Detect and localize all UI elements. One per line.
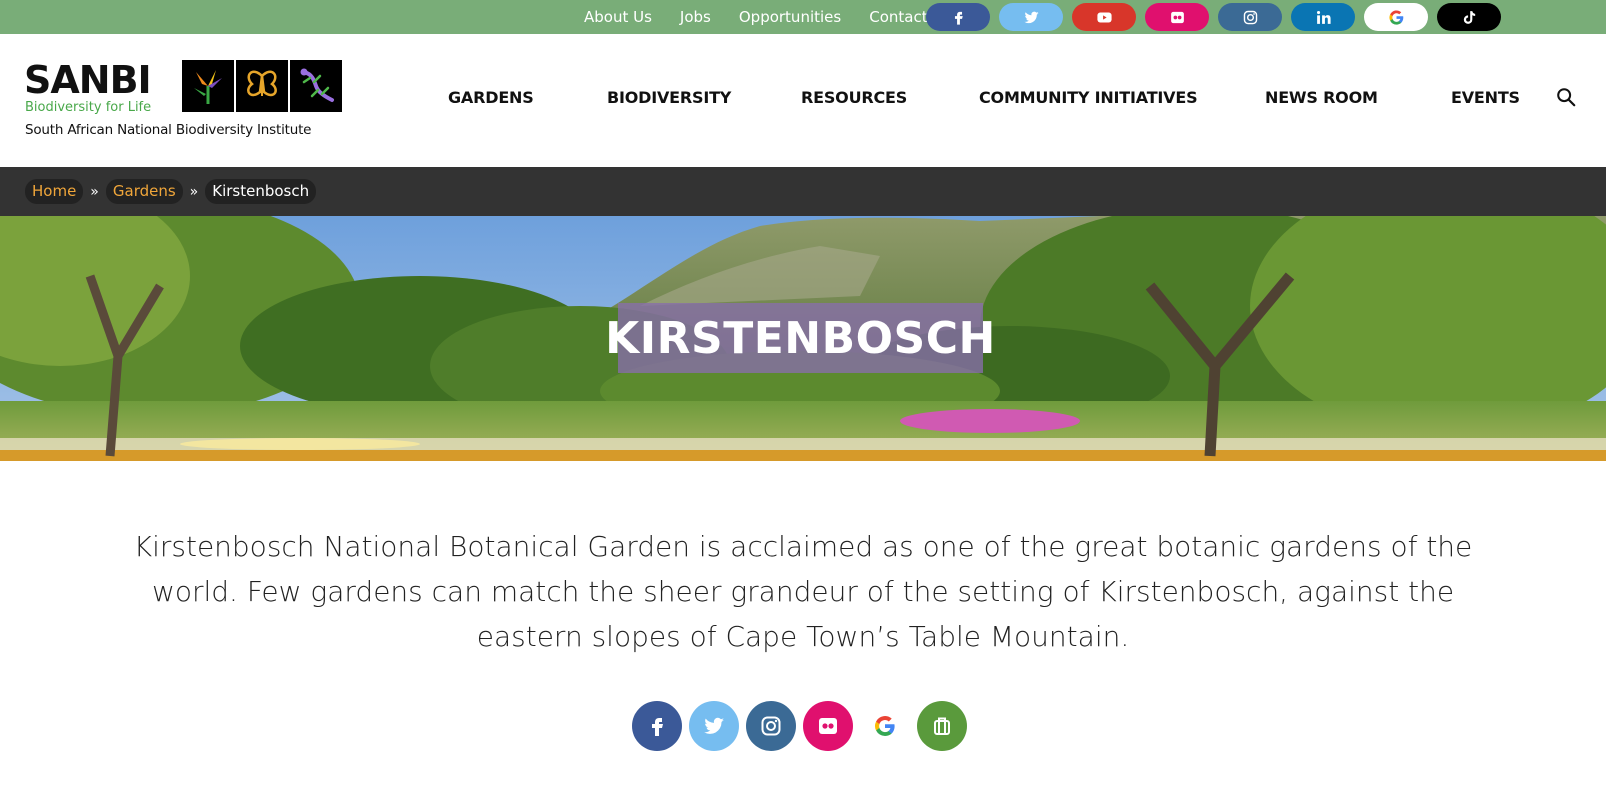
tripadvisor-follow-button[interactable] [917,701,967,751]
opportunities-link[interactable]: Opportunities [739,8,841,26]
breadcrumb-separator: » [189,183,199,200]
linkedin-button[interactable] [1291,3,1355,31]
breadcrumb-current: Kirstenbosch [205,179,317,204]
nav-community-initiatives[interactable]: COMMUNITY INITIATIVES [979,88,1198,107]
nav-biodiversity[interactable]: BIODIVERSITY [607,88,731,107]
flickr-icon [1170,11,1184,23]
tiktok-button[interactable] [1437,3,1501,31]
top-bar: About Us Jobs Opportunities Contact [0,0,1606,34]
main-nav: GARDENS BIODIVERSITY RESOURCES COMMUNITY… [0,34,1606,167]
breadcrumb-separator: » [90,183,99,200]
search-button[interactable] [1555,86,1577,108]
youtube-icon [1096,12,1112,22]
intro-paragraph: Kirstenbosch National Botanical Garden i… [133,530,1473,653]
breadcrumb-bar: Home » Gardens » Kirstenbosch [0,167,1606,216]
flickr-icon [819,718,837,734]
instagram-button[interactable] [1218,3,1282,31]
site-header: SANBI Biodiversity for Life South Africa… [0,34,1606,167]
hero-title-box: KIRSTENBOSCH [605,303,995,373]
breadcrumb-home[interactable]: Home [25,179,84,204]
twitter-follow-button[interactable] [689,701,739,751]
tiktok-icon [1463,10,1475,24]
about-us-link[interactable]: About Us [584,8,652,26]
jobs-link[interactable]: Jobs [680,8,711,26]
youtube-button[interactable] [1072,3,1136,31]
twitter-icon [1023,11,1039,23]
search-icon [1557,88,1576,107]
google-button[interactable] [1364,3,1428,31]
tripadvisor-icon [934,717,950,735]
nav-gardens[interactable]: GARDENS [448,88,534,107]
nav-resources[interactable]: RESOURCES [801,88,907,107]
top-social-links [926,3,1510,31]
facebook-icon [954,11,963,25]
nav-news-room[interactable]: NEWS ROOM [1265,88,1378,107]
follow-social-links [632,701,974,751]
twitter-icon [704,717,724,734]
instagram-follow-button[interactable] [746,701,796,751]
instagram-icon [1243,10,1257,24]
google-icon [1388,9,1403,25]
google-icon [875,716,895,736]
facebook-icon [652,718,663,736]
nav-events[interactable]: EVENTS [1451,88,1520,107]
twitter-button[interactable] [999,3,1063,31]
page-title: KIRSTENBOSCH [605,312,996,364]
facebook-follow-button[interactable] [632,701,682,751]
flickr-follow-button[interactable] [803,701,853,751]
google-follow-button[interactable] [860,701,910,751]
flickr-button[interactable] [1145,3,1209,31]
linkedin-icon [1316,10,1331,24]
breadcrumb: Home » Gardens » Kirstenbosch [25,179,317,204]
facebook-button[interactable] [926,3,990,31]
instagram-icon [761,716,781,736]
breadcrumb-gardens[interactable]: Gardens [105,179,183,204]
contact-link[interactable]: Contact [869,8,927,26]
top-links: About Us Jobs Opportunities Contact [584,0,956,34]
hero-banner: KIRSTENBOSCH [0,216,1606,461]
